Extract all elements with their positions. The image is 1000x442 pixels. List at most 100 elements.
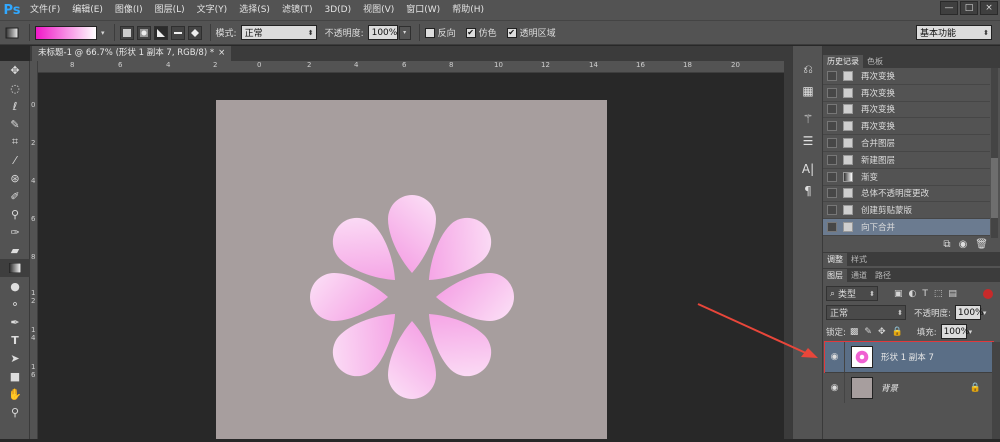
diamond-gradient-button[interactable]	[187, 25, 202, 40]
history-checkbox[interactable]	[827, 205, 837, 216]
menu-layer[interactable]: 图层(L)	[149, 0, 191, 20]
shape-filter-icon[interactable]: ⬚	[934, 289, 943, 299]
healing-icon[interactable]: ⊛	[0, 169, 30, 187]
fill-input[interactable]: 100%	[940, 324, 969, 339]
zoom-icon[interactable]: ⚲	[0, 403, 30, 421]
lock-pixels-icon[interactable]: ✎	[864, 327, 872, 337]
menu-type[interactable]: 文字(Y)	[191, 0, 234, 20]
transparency-checkbox[interactable]: ✔	[506, 27, 517, 38]
new-document-from-state-icon[interactable]: ⧉	[943, 239, 950, 250]
menu-view[interactable]: 视图(V)	[357, 0, 400, 20]
history-scrollbar[interactable]	[991, 68, 998, 238]
tab-styles[interactable]: 样式	[847, 253, 871, 266]
tab-history[interactable]: 历史记录	[823, 55, 863, 68]
layer-row[interactable]: ◉ 背景 🔒	[825, 372, 993, 403]
dodge-icon[interactable]: ⚬	[0, 295, 30, 313]
menu-window[interactable]: 窗口(W)	[400, 0, 446, 20]
blur-icon[interactable]: ●	[0, 277, 30, 295]
close-button[interactable]: ×	[980, 1, 998, 15]
menu-file[interactable]: 文件(F)	[24, 0, 66, 20]
lock-all-icon[interactable]: 🔒	[891, 327, 902, 337]
maximize-button[interactable]: □	[960, 1, 978, 15]
history-checkbox[interactable]	[827, 154, 837, 165]
eye-icon[interactable]: ◉	[825, 342, 845, 372]
history-item[interactable]: 创建剪贴蒙版	[823, 202, 990, 220]
character-panel-icon[interactable]: A|	[793, 158, 823, 180]
history-brush-icon[interactable]: ✑	[0, 223, 30, 241]
brush-icon[interactable]: ✐	[0, 187, 30, 205]
history-checkbox[interactable]	[827, 104, 837, 115]
history-panel-icon[interactable]: ⎌	[793, 58, 823, 80]
layer-opacity-input[interactable]: 100%	[954, 305, 984, 320]
marquee-icon[interactable]: ◌	[0, 79, 30, 97]
linear-gradient-button[interactable]	[119, 25, 134, 40]
minimize-button[interactable]: —	[940, 1, 958, 15]
path-select-icon[interactable]: ➤	[0, 349, 30, 367]
mode-select[interactable]: 正常 ⬍	[240, 25, 317, 40]
pixel-filter-icon[interactable]: ▣	[894, 289, 903, 299]
trash-icon[interactable]: 🗑	[975, 239, 988, 250]
document-tab[interactable]: 未标题-1 @ 66.7% (形状 1 副本 7, RGB/8) * ×	[32, 46, 232, 61]
menu-filter[interactable]: 滤镜(T)	[276, 0, 319, 20]
gradient-dropdown-icon[interactable]: ▾	[101, 29, 105, 37]
eraser-icon[interactable]: ▰	[0, 241, 30, 259]
dither-checkbox[interactable]: ✔	[465, 27, 476, 38]
tab-swatches[interactable]: 色板	[863, 55, 887, 68]
crop-icon[interactable]: ⌗	[0, 133, 30, 151]
angle-gradient-button[interactable]	[153, 25, 168, 40]
history-checkbox[interactable]	[827, 87, 837, 98]
gradient-tool-preset-icon[interactable]	[0, 27, 24, 39]
shape-icon[interactable]: ■	[0, 367, 30, 385]
menu-help[interactable]: 帮助(H)	[446, 0, 490, 20]
paragraph-panel-icon[interactable]: ¶	[793, 180, 823, 202]
blend-mode-select[interactable]: 正常 ⬍	[826, 305, 906, 320]
history-checkbox[interactable]	[827, 171, 837, 182]
menu-select[interactable]: 选择(S)	[233, 0, 276, 20]
radial-gradient-button[interactable]	[136, 25, 151, 40]
opacity-input[interactable]: 100%	[367, 25, 398, 40]
adjustments-panel-icon[interactable]: ☰	[793, 130, 823, 152]
brush-presets-icon[interactable]: ⚚	[793, 108, 823, 130]
quick-select-icon[interactable]: ✎	[0, 115, 30, 133]
tab-paths[interactable]: 路径	[871, 269, 895, 282]
menu-edit[interactable]: 编辑(E)	[66, 0, 109, 20]
history-item[interactable]: 总体不透明度更改	[823, 186, 990, 203]
type-icon[interactable]: T	[0, 331, 30, 349]
smart-object-filter-icon[interactable]: ▤	[948, 289, 957, 299]
history-checkbox[interactable]	[827, 121, 837, 132]
history-item-selected[interactable]: 向下合并	[823, 219, 990, 236]
gradient-picker[interactable]	[35, 25, 97, 40]
close-icon[interactable]: ×	[218, 46, 225, 61]
swatches-panel-icon[interactable]: ▦	[793, 80, 823, 102]
layer-row-selected[interactable]: ◉ 形状 1 副本 7	[824, 341, 994, 373]
history-scrollbar-thumb[interactable]	[991, 158, 998, 218]
eye-icon[interactable]: ◉	[825, 372, 845, 403]
workspace-select[interactable]: 基本功能 ⬍	[916, 25, 992, 40]
hand-icon[interactable]: ✋	[0, 385, 30, 403]
menu-3d[interactable]: 3D(D)	[318, 0, 357, 20]
opacity-dropdown-icon[interactable]: ▾	[398, 25, 411, 40]
reverse-checkbox[interactable]	[424, 27, 435, 38]
history-item[interactable]: 再次变换	[823, 85, 990, 102]
history-checkbox[interactable]	[827, 222, 837, 233]
history-item[interactable]: 合并图层	[823, 135, 990, 152]
menu-image[interactable]: 图像(I)	[109, 0, 149, 20]
adjustment-filter-icon[interactable]: ◐	[909, 289, 917, 299]
eyedropper-icon[interactable]: ⁄	[0, 151, 30, 169]
history-item[interactable]: 新建图层	[823, 152, 990, 169]
history-item[interactable]: 再次变换	[823, 118, 990, 136]
tab-layers[interactable]: 图层	[823, 269, 847, 282]
tab-adjustments[interactable]: 调整	[823, 253, 847, 266]
document-canvas[interactable]	[216, 100, 607, 439]
lasso-icon[interactable]: ℓ	[0, 97, 30, 115]
tab-channels[interactable]: 通道	[847, 269, 871, 282]
history-item[interactable]: 渐变	[823, 169, 990, 186]
lock-transparent-icon[interactable]: ▩	[850, 327, 859, 337]
layer-filter-select[interactable]: ⌕ 类型 ⬍	[826, 286, 878, 301]
stamp-icon[interactable]: ⚲	[0, 205, 30, 223]
history-checkbox[interactable]	[827, 70, 837, 81]
reflected-gradient-button[interactable]	[170, 25, 185, 40]
canvas-vertical-scrollbar[interactable]	[784, 46, 792, 439]
layers-scrollbar[interactable]	[992, 342, 1000, 439]
camera-snapshot-icon[interactable]: ◉	[959, 239, 968, 250]
